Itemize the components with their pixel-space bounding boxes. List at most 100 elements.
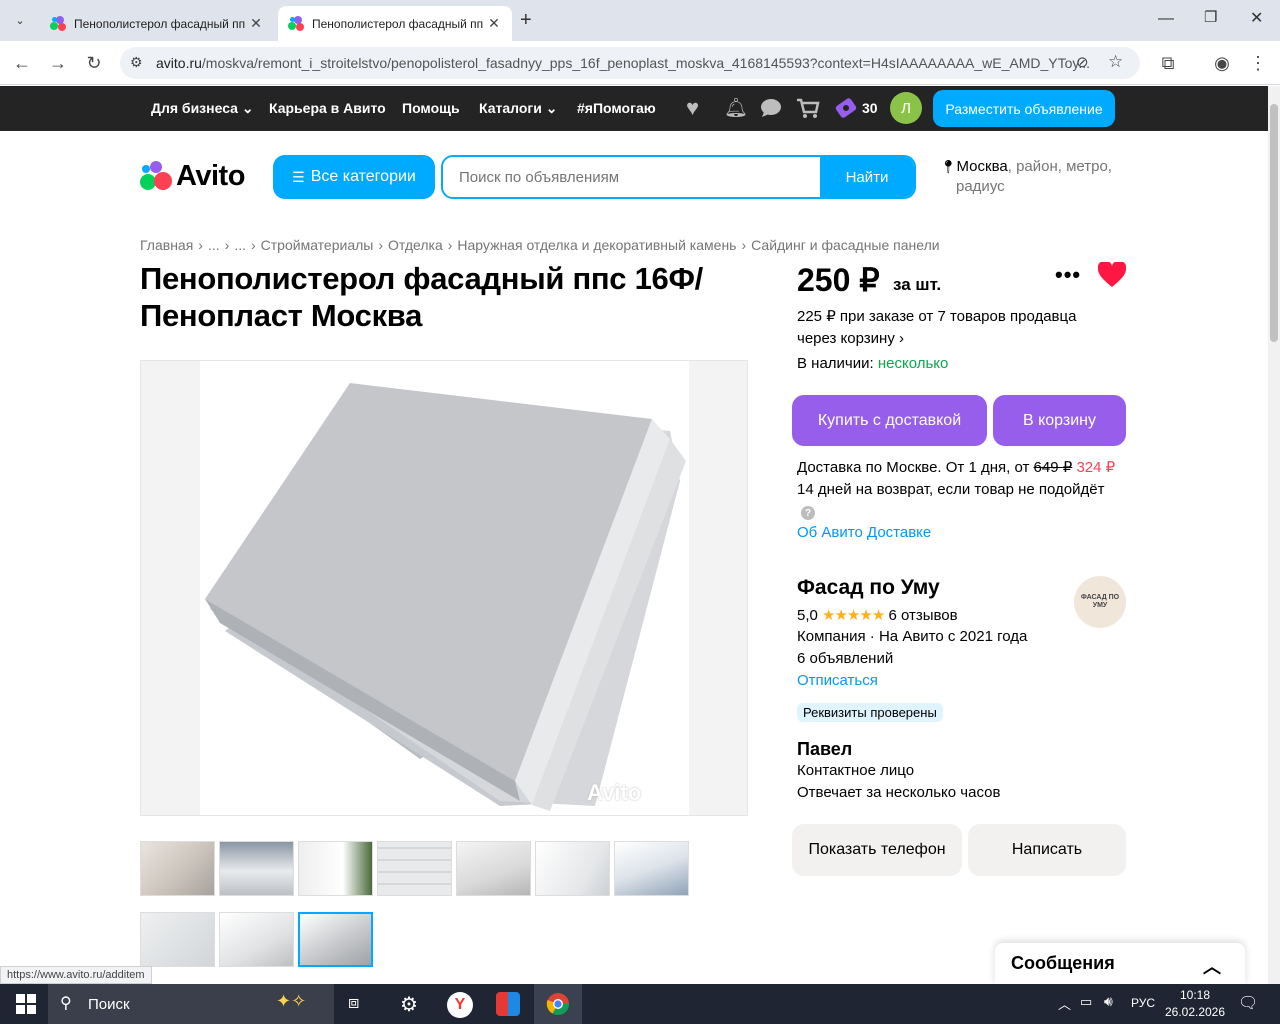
messages-chat-icon[interactable]: [760, 98, 782, 118]
search-button[interactable]: Найти: [820, 157, 914, 197]
location-extra: , район, метро,: [1007, 158, 1112, 175]
menu-kebab-icon[interactable]: ⋮: [1246, 51, 1270, 75]
yandex-browser-icon[interactable]: Y: [447, 992, 473, 1018]
profile-icon[interactable]: ◉: [1210, 51, 1234, 75]
return-policy: 14 дней на возврат, если товар не подойд…: [797, 481, 1105, 498]
breadcrumb-item[interactable]: ...: [208, 237, 220, 253]
breadcrumb-item[interactable]: Стройматериалы: [261, 237, 374, 253]
location-selector[interactable]: 📍︎Москва, район, метро, радиус: [940, 157, 1130, 197]
task-view-icon[interactable]: ⧈: [348, 992, 372, 1016]
photo-thumbnail[interactable]: [140, 912, 215, 967]
avito-logo[interactable]: Avito: [140, 160, 245, 192]
chevron-up-icon[interactable]: ︿: [1203, 953, 1221, 979]
network-icon[interactable]: ▭: [1080, 994, 1092, 1010]
tab-search-chevron-icon[interactable]: ⌄: [8, 8, 32, 32]
tab-active[interactable]: Пенополистерол фасадный пп ✕: [278, 6, 512, 41]
topbar-link-business[interactable]: Для бизнеса ⌄: [151, 100, 254, 117]
tab-inactive[interactable]: Пенополистерол фасадный пп ✕: [40, 6, 274, 41]
photo-thumbnail[interactable]: [219, 841, 294, 896]
breadcrumb-item[interactable]: Наружная отделка и декоративный камень: [457, 237, 736, 253]
bookmark-star-icon[interactable]: ☆: [1108, 52, 1123, 72]
site-info-icon[interactable]: ⚙: [130, 54, 143, 71]
main-photo[interactable]: [140, 360, 748, 816]
taskbar-search[interactable]: ⚲ Поиск ✦✧: [48, 984, 334, 1024]
response-time: Отвечает за несколько часов: [797, 784, 1001, 801]
photo-thumbnail[interactable]: [614, 841, 689, 896]
new-tab-icon[interactable]: +: [520, 9, 532, 32]
chevron-right-icon: ›: [899, 330, 905, 347]
delivery-old-price: 649 ₽: [1033, 459, 1073, 476]
topbar-link-ya-pomogayu[interactable]: #яПомогаю: [577, 100, 656, 116]
volume-icon[interactable]: 🔊︎: [1104, 993, 1113, 1010]
app-grid-icon[interactable]: [496, 992, 520, 1016]
unsubscribe-link[interactable]: Отписаться: [797, 670, 878, 692]
notifications-icon[interactable]: 🗨︎: [1238, 993, 1258, 1013]
bulk-price-link[interactable]: через корзину ›: [797, 328, 904, 350]
seller-rating[interactable]: 5,0 ★★★★★ 6 отзывов: [797, 605, 958, 627]
show-phone-button[interactable]: Показать телефон: [792, 824, 962, 876]
avito-top-bar: Для бизнеса ⌄ Карьера в Авито Помощь Кат…: [0, 86, 1268, 131]
photo-thumbnail[interactable]: [377, 841, 452, 896]
topbar-link-help[interactable]: Помощь: [402, 100, 460, 116]
close-tab-icon[interactable]: ✕: [486, 15, 502, 32]
photo-thumbnail-selected[interactable]: [298, 912, 373, 967]
add-to-favorites-heart-icon[interactable]: [1098, 262, 1126, 288]
help-question-icon[interactable]: ?: [801, 506, 815, 520]
more-options-icon[interactable]: •••: [1055, 262, 1081, 288]
close-tab-icon[interactable]: ✕: [248, 15, 264, 32]
input-language[interactable]: РУС: [1131, 996, 1155, 1010]
url-bar[interactable]: ⚙ avito.ru/moskva/remont_i_stroitelstvo/…: [120, 47, 1140, 79]
taskbar-clock[interactable]: 10:18 26.02.2026: [1160, 987, 1230, 1021]
photo-thumbnail[interactable]: [140, 841, 215, 896]
photo-thumbnail[interactable]: [219, 912, 294, 967]
bonus-ticket-icon[interactable]: [834, 96, 858, 120]
breadcrumb-item[interactable]: ...: [234, 237, 246, 253]
notifications-bell-icon[interactable]: 🔔︎: [724, 96, 748, 120]
extensions-icon[interactable]: ⧉: [1156, 51, 1180, 75]
topbar-link-catalogs[interactable]: Каталоги ⌄: [479, 100, 557, 117]
clock-time: 10:18: [1179, 988, 1211, 1002]
search-input[interactable]: [443, 157, 820, 197]
breadcrumb-item[interactable]: Отделка: [388, 237, 443, 253]
title-line-1: Пенополистерол фасадный ппс 16Ф/: [140, 261, 703, 296]
scrollbar-thumb[interactable]: [1270, 104, 1278, 342]
seller-name[interactable]: Фасад по Уму: [797, 576, 940, 600]
price-unit: за шт.: [893, 275, 942, 294]
chrome-icon[interactable]: [546, 992, 570, 1016]
breadcrumb-item[interactable]: Главная: [140, 237, 193, 253]
verified-badge: Реквизиты проверены: [797, 703, 943, 722]
breadcrumb: Главная ›... ›... › Стройматериалы › Отделка › Н…: [140, 237, 940, 253]
tracking-off-icon[interactable]: ⊘: [1076, 53, 1089, 71]
favorites-heart-icon[interactable]: ♥: [686, 95, 699, 121]
post-ad-button[interactable]: Разместить объявление: [933, 90, 1115, 127]
about-avito-delivery-link[interactable]: Об Авито Доставке: [797, 522, 931, 544]
photo-thumbnail[interactable]: [298, 841, 373, 896]
settings-gear-icon[interactable]: ⚙: [400, 992, 424, 1016]
minimize-icon[interactable]: —: [1158, 10, 1174, 28]
write-message-button[interactable]: Написать: [968, 824, 1126, 876]
back-icon[interactable]: ←: [10, 51, 34, 75]
photo-thumbnail[interactable]: [456, 841, 531, 896]
photo-canvas: [200, 361, 689, 815]
photo-thumbnail[interactable]: [535, 841, 610, 896]
seller-ads-count[interactable]: 6 объявлений: [797, 648, 893, 670]
restore-icon[interactable]: ❐: [1204, 8, 1217, 26]
stock-value: несколько: [877, 355, 949, 372]
cart-icon[interactable]: [796, 98, 820, 118]
seller-type: Компания · На Авито с 2021 года: [797, 628, 1028, 645]
add-to-cart-button[interactable]: В корзину: [993, 395, 1126, 446]
forward-icon[interactable]: →: [46, 51, 70, 75]
avito-logo-text: Avito: [176, 159, 245, 192]
show-hidden-icons-chevron-icon[interactable]: ︿: [1058, 994, 1071, 1013]
topbar-link-career[interactable]: Карьера в Авито: [269, 100, 386, 116]
bonus-count[interactable]: 30: [862, 100, 878, 116]
seller-avatar[interactable]: ФАСАД ПО УМУ: [1074, 576, 1126, 628]
close-window-icon[interactable]: ✕: [1250, 8, 1263, 28]
messages-panel[interactable]: Сообщения ︿: [995, 943, 1245, 984]
all-categories-button[interactable]: ☰ Все категории: [273, 155, 435, 199]
windows-start-icon[interactable]: [14, 992, 38, 1016]
user-avatar[interactable]: Л: [890, 92, 922, 124]
breadcrumb-item[interactable]: Сайдинг и фасадные панели: [751, 237, 939, 253]
buy-with-delivery-button[interactable]: Купить с доставкой: [792, 395, 987, 446]
reload-icon[interactable]: ↻: [82, 51, 106, 75]
